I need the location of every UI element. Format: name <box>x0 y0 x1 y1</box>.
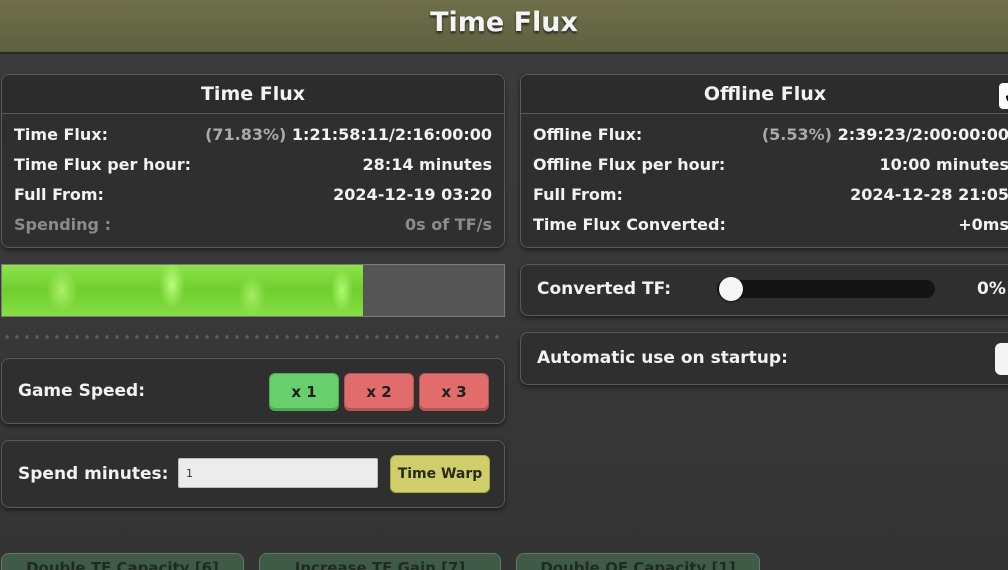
checkmark-icon: ✔ <box>1004 84 1008 108</box>
row-value: 2024-12-28 21:05 <box>850 184 1008 204</box>
spend-minutes-panel: Spend minutes: 1 Time Warp <box>1 440 505 508</box>
title-bar: Time Flux <box>0 0 1008 54</box>
offline-flux-percent: (5.53%) <box>761 124 832 144</box>
spending-row: Spending : 0s of TF/s <box>2 209 504 239</box>
row-value: +0ms <box>958 214 1008 234</box>
time-flux-progress-fill <box>2 265 363 316</box>
row-value: (5.53%) 2:39:23/2:00:00:00 <box>762 125 1008 144</box>
time-flux-row: Time Flux: (71.83%) 1:21:58:11/2:16:00:0… <box>2 119 504 149</box>
offline-flux-panel: Offline Flux ✔ Offline Flux: (5.53%) 2:3… <box>520 74 1008 248</box>
game-speed-label: Game Speed: <box>18 381 146 401</box>
offline-flux-amount: 2:39:23/2:00:00:00 <box>837 124 1008 144</box>
slider-handle[interactable] <box>719 277 743 301</box>
row-label: Time Flux per hour: <box>14 154 192 174</box>
speed-x1-button[interactable]: x 1 <box>269 373 339 411</box>
auto-use-label: Automatic use on startup: <box>537 348 788 368</box>
offline-flux-header: Offline Flux <box>521 75 1008 114</box>
row-label: Time Flux: <box>14 124 109 144</box>
time-flux-header: Time Flux <box>2 75 504 114</box>
time-flux-panel: Time Flux Time Flux: (71.83%) 1:21:58:11… <box>1 74 505 248</box>
row-label: Time Flux Converted: <box>533 214 726 234</box>
upgrade-button-increase-tf-gain[interactable]: Increase TF Gain [7] <box>259 553 501 570</box>
time-flux-screen: Time Flux Time Flux Time Flux: (71.83%) … <box>0 0 1008 570</box>
row-value: (71.83%) 1:21:58:11/2:16:00:00 <box>205 125 492 144</box>
auto-use-panel: Automatic use on startup: <box>520 332 1008 385</box>
auto-use-checkbox[interactable] <box>995 343 1008 375</box>
spend-minutes-input[interactable]: 1 <box>178 458 378 488</box>
offline-flux-row: Offline Flux: (5.53%) 2:39:23/2:00:00:00 <box>521 119 1008 149</box>
upgrade-button-double-of-capacity[interactable]: Double OF Capacity [1] <box>516 553 760 570</box>
game-speed-panel: Game Speed: x 1 x 2 x 3 <box>1 358 505 424</box>
time-flux-amount: 1:21:58:11/2:16:00:00 <box>291 124 492 144</box>
full-from-row: Full From: 2024-12-19 03:20 <box>2 179 504 209</box>
converted-tf-label: Converted TF: <box>537 279 672 299</box>
offline-flux-enabled-checkbox[interactable]: ✔ <box>999 83 1008 109</box>
speed-x3-button[interactable]: x 3 <box>419 373 489 411</box>
converted-tf-panel: Converted TF: 0% <box>520 264 1008 316</box>
window-title: Time Flux <box>430 6 578 38</box>
row-value: 10:00 minutes <box>879 154 1008 174</box>
speed-x2-button[interactable]: x 2 <box>344 373 414 411</box>
row-value: 0s of TF/s <box>405 214 492 234</box>
offline-full-from-row: Full From: 2024-12-28 21:05 <box>521 179 1008 209</box>
offline-flux-per-hour-row: Offline Flux per hour: 10:00 minutes <box>521 149 1008 179</box>
row-label: Full From: <box>14 184 104 204</box>
row-value: 28:14 minutes <box>362 154 492 174</box>
dotted-divider <box>2 335 502 339</box>
time-flux-progress-bar <box>1 264 505 317</box>
upgrade-button-double-tf-capacity[interactable]: Double TF Capacity [6] <box>1 553 244 570</box>
row-value: 2024-12-19 03:20 <box>333 184 492 204</box>
converted-tf-slider[interactable] <box>717 277 935 301</box>
row-label: Spending : <box>14 214 111 234</box>
time-flux-percent: (71.83%) <box>205 124 287 144</box>
spend-minutes-label: Spend minutes: <box>18 464 169 484</box>
time-flux-per-hour-row: Time Flux per hour: 28:14 minutes <box>2 149 504 179</box>
row-label: Full From: <box>533 184 623 204</box>
row-label: Offline Flux per hour: <box>533 154 726 174</box>
row-label: Offline Flux: <box>533 124 643 144</box>
time-warp-button[interactable]: Time Warp <box>390 455 490 493</box>
converted-tf-value: 0% <box>977 279 1006 299</box>
time-flux-converted-row: Time Flux Converted: +0ms <box>521 209 1008 239</box>
